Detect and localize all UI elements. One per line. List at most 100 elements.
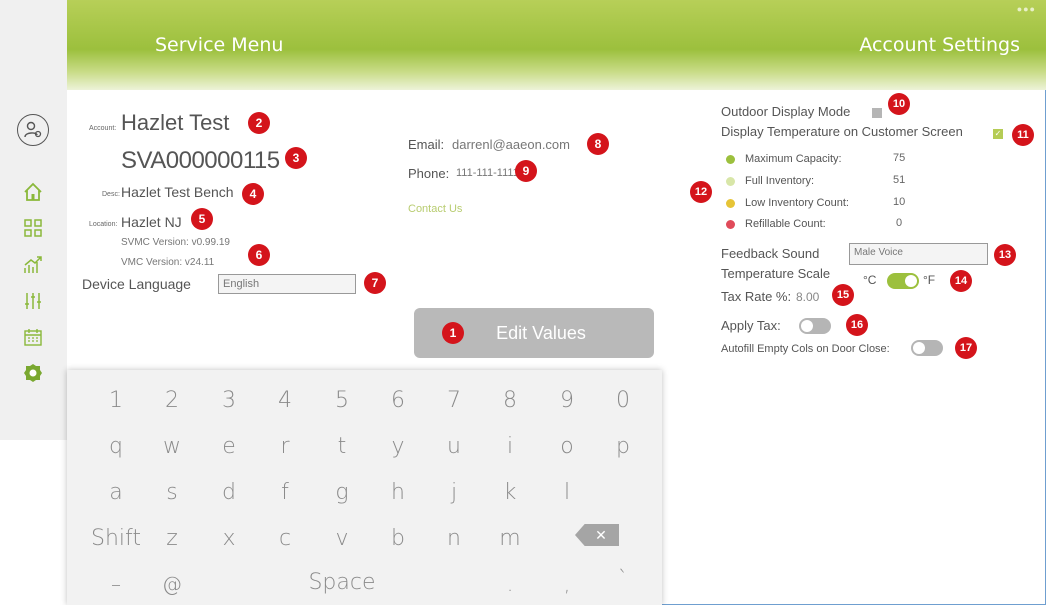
inventory-value: 10: [893, 196, 906, 208]
key-3[interactable]: 3: [204, 388, 254, 413]
backspace-key[interactable]: ✕: [575, 524, 619, 546]
display-temp-checkbox[interactable]: ✓: [993, 129, 1003, 139]
key-a[interactable]: a: [91, 480, 141, 505]
dot-key[interactable]: .: [485, 572, 535, 596]
account-label: Account:: [89, 125, 117, 132]
temp-scale-toggle[interactable]: [887, 273, 919, 289]
key-0[interactable]: 0: [598, 388, 648, 413]
key-m[interactable]: m: [485, 526, 535, 551]
annotation-badge: 2: [248, 112, 270, 134]
home-icon[interactable]: [23, 182, 43, 202]
key-d[interactable]: d: [204, 480, 254, 505]
key-5[interactable]: 5: [317, 388, 367, 413]
at-key[interactable]: @: [147, 572, 197, 596]
inventory-label: Full Inventory:: [745, 175, 815, 187]
desc-label: Desc:: [102, 191, 120, 198]
key-9[interactable]: 9: [542, 388, 592, 413]
dash-key[interactable]: –: [91, 572, 141, 596]
location-label: Location:: [89, 221, 118, 228]
header-bar: Service Menu Account Settings ●●●: [67, 0, 1046, 90]
annotation-badge: 15: [832, 284, 854, 306]
growth-chart-icon[interactable]: [23, 255, 43, 275]
temp-scale-label: Temperature Scale: [721, 266, 831, 281]
tax-rate-value[interactable]: 8.00: [796, 290, 819, 304]
feedback-sound-field[interactable]: Male Voice: [849, 243, 988, 265]
key-k[interactable]: k: [485, 480, 535, 505]
space-key[interactable]: Space: [287, 570, 397, 595]
display-temp-label: Display Temperature on Customer Screen: [721, 124, 963, 139]
key-1[interactable]: 1: [91, 388, 141, 413]
key-2[interactable]: 2: [147, 388, 197, 413]
key-w[interactable]: w: [147, 434, 197, 459]
full-inventory-dot: [726, 177, 735, 186]
annotation-badge: 8: [587, 133, 609, 155]
backtick-key[interactable]: `: [598, 566, 648, 590]
device-language-field[interactable]: English: [218, 274, 356, 294]
max-capacity-dot: [726, 155, 735, 164]
inventory-value: 75: [893, 152, 906, 164]
account-name: Hazlet Test: [121, 110, 230, 135]
outdoor-display-mode-checkbox[interactable]: [872, 108, 882, 118]
annotation-badge: 14: [950, 270, 972, 292]
low-inventory-dot: [726, 199, 735, 208]
apply-tax-label: Apply Tax:: [721, 318, 781, 333]
key-6[interactable]: 6: [373, 388, 423, 413]
shift-key[interactable]: Shift: [81, 526, 151, 551]
key-c[interactable]: c: [260, 526, 310, 551]
grid-icon[interactable]: [23, 218, 43, 238]
key-h[interactable]: h: [373, 480, 423, 505]
autofill-label: Autofill Empty Cols on Door Close:: [721, 343, 890, 355]
annotation-badge: 17: [955, 337, 977, 359]
key-s[interactable]: s: [147, 480, 197, 505]
annotation-badge: 7: [364, 272, 386, 294]
refillable-dot: [726, 220, 735, 229]
comma-key[interactable]: ,: [542, 572, 592, 596]
key-o[interactable]: o: [542, 434, 592, 459]
key-f[interactable]: f: [260, 480, 310, 505]
annotation-badge: 11: [1012, 124, 1034, 146]
key-q[interactable]: q: [91, 434, 141, 459]
key-i[interactable]: i: [485, 434, 535, 459]
key-x[interactable]: x: [204, 526, 254, 551]
annotation-badge: 13: [994, 244, 1016, 266]
autofill-toggle[interactable]: [911, 340, 943, 356]
annotation-badge: 4: [242, 183, 264, 205]
gear-badge-icon[interactable]: [23, 363, 43, 383]
user-settings-icon[interactable]: [17, 114, 49, 146]
key-j[interactable]: j: [429, 480, 479, 505]
key-p[interactable]: p: [598, 434, 648, 459]
fahrenheit-label: °F: [923, 273, 936, 287]
key-g[interactable]: g: [317, 480, 367, 505]
key-n[interactable]: n: [429, 526, 479, 551]
annotation-badge: 9: [515, 160, 537, 182]
key-e[interactable]: e: [204, 434, 254, 459]
key-u[interactable]: u: [429, 434, 479, 459]
key-4[interactable]: 4: [260, 388, 310, 413]
apply-tax-toggle[interactable]: [799, 318, 831, 334]
key-z[interactable]: z: [147, 526, 197, 551]
key-8[interactable]: 8: [485, 388, 535, 413]
key-t[interactable]: t: [317, 434, 367, 459]
window-dots-icon[interactable]: ●●●: [1017, 4, 1036, 14]
inventory-label: Low Inventory Count:: [745, 197, 849, 209]
section-title: Account Settings: [859, 34, 1020, 56]
backspace-icon: ✕: [595, 526, 607, 543]
edit-values-label: Edit Values: [496, 322, 586, 343]
annotation-badge: 16: [846, 314, 868, 336]
inventory-label: Maximum Capacity:: [745, 153, 842, 165]
key-7[interactable]: 7: [429, 388, 479, 413]
phone-label: Phone:: [408, 166, 450, 181]
key-l[interactable]: l: [542, 480, 592, 505]
key-r[interactable]: r: [260, 434, 310, 459]
contact-us-link[interactable]: Contact Us: [408, 203, 462, 215]
calendar-icon[interactable]: [23, 327, 43, 347]
email-value: darrenl@aaeon.com: [452, 137, 570, 152]
annotation-badge: 1: [442, 322, 464, 344]
annotation-badge: 3: [285, 147, 307, 169]
sliders-icon[interactable]: [23, 291, 43, 311]
key-b[interactable]: b: [373, 526, 423, 551]
key-v[interactable]: v: [317, 526, 367, 551]
sidebar-lower: [0, 440, 67, 605]
key-y[interactable]: y: [373, 434, 423, 459]
phone-value: 111-111-1111: [456, 167, 519, 179]
